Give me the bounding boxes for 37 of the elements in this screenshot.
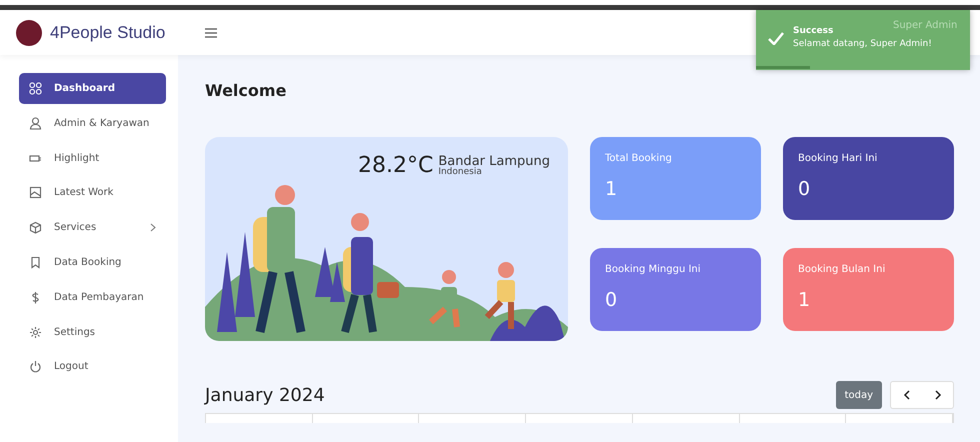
toast-message: Selamat datang, Super Admin!: [793, 38, 932, 51]
sidebar-item[interactable]: Data Booking: [19, 246, 166, 278]
stat-label: Booking Bulan Ini: [798, 262, 886, 276]
user-icon: [29, 116, 42, 130]
sidebar-item[interactable]: Services: [19, 212, 166, 244]
temperature: 28.2°C: [358, 155, 434, 177]
calendar-title: January 2024: [205, 384, 325, 408]
stat-label: Booking Hari Ini: [798, 152, 878, 166]
stat-value: 1: [798, 288, 812, 312]
toast-title: Success: [793, 24, 834, 38]
stat-value: 0: [605, 288, 618, 312]
country-name: Indonesia: [438, 168, 483, 177]
settings-icon: [29, 326, 42, 339]
stat-value: 0: [798, 177, 812, 202]
stat-label: Booking Minggu Ini: [605, 262, 702, 276]
previous-icon[interactable]: [890, 381, 922, 409]
sidebar-item[interactable]: Logout: [19, 351, 166, 382]
today-button[interactable]: today: [836, 381, 882, 409]
page-title: Welcome: [205, 80, 288, 102]
sidebar-item[interactable]: Latest Work: [19, 177, 166, 208]
next-icon[interactable]: [922, 381, 954, 409]
sidebar-item[interactable]: Settings: [19, 316, 166, 348]
grid-icon: [29, 82, 42, 95]
sidebar-item[interactable]: Dashboard: [19, 73, 166, 104]
stat-value: 1: [605, 177, 618, 202]
brand-name[interactable]: 4People Studio: [50, 20, 166, 46]
sidebar-item[interactable]: Highlight: [19, 142, 166, 174]
checkmark-icon: [768, 32, 784, 44]
stat-label: Total Booking: [605, 152, 673, 166]
sidebar-item[interactable]: Admin & Karyawan: [19, 108, 166, 139]
sidebar-item[interactable]: Data Pembayaran: [19, 282, 166, 313]
image-icon: [29, 186, 42, 200]
box-icon: [29, 221, 42, 234]
power-icon: [29, 360, 42, 374]
studio-logo: [16, 20, 42, 46]
city-name: Bandar Lampung: [438, 155, 550, 168]
bookmark-icon: [29, 256, 42, 269]
